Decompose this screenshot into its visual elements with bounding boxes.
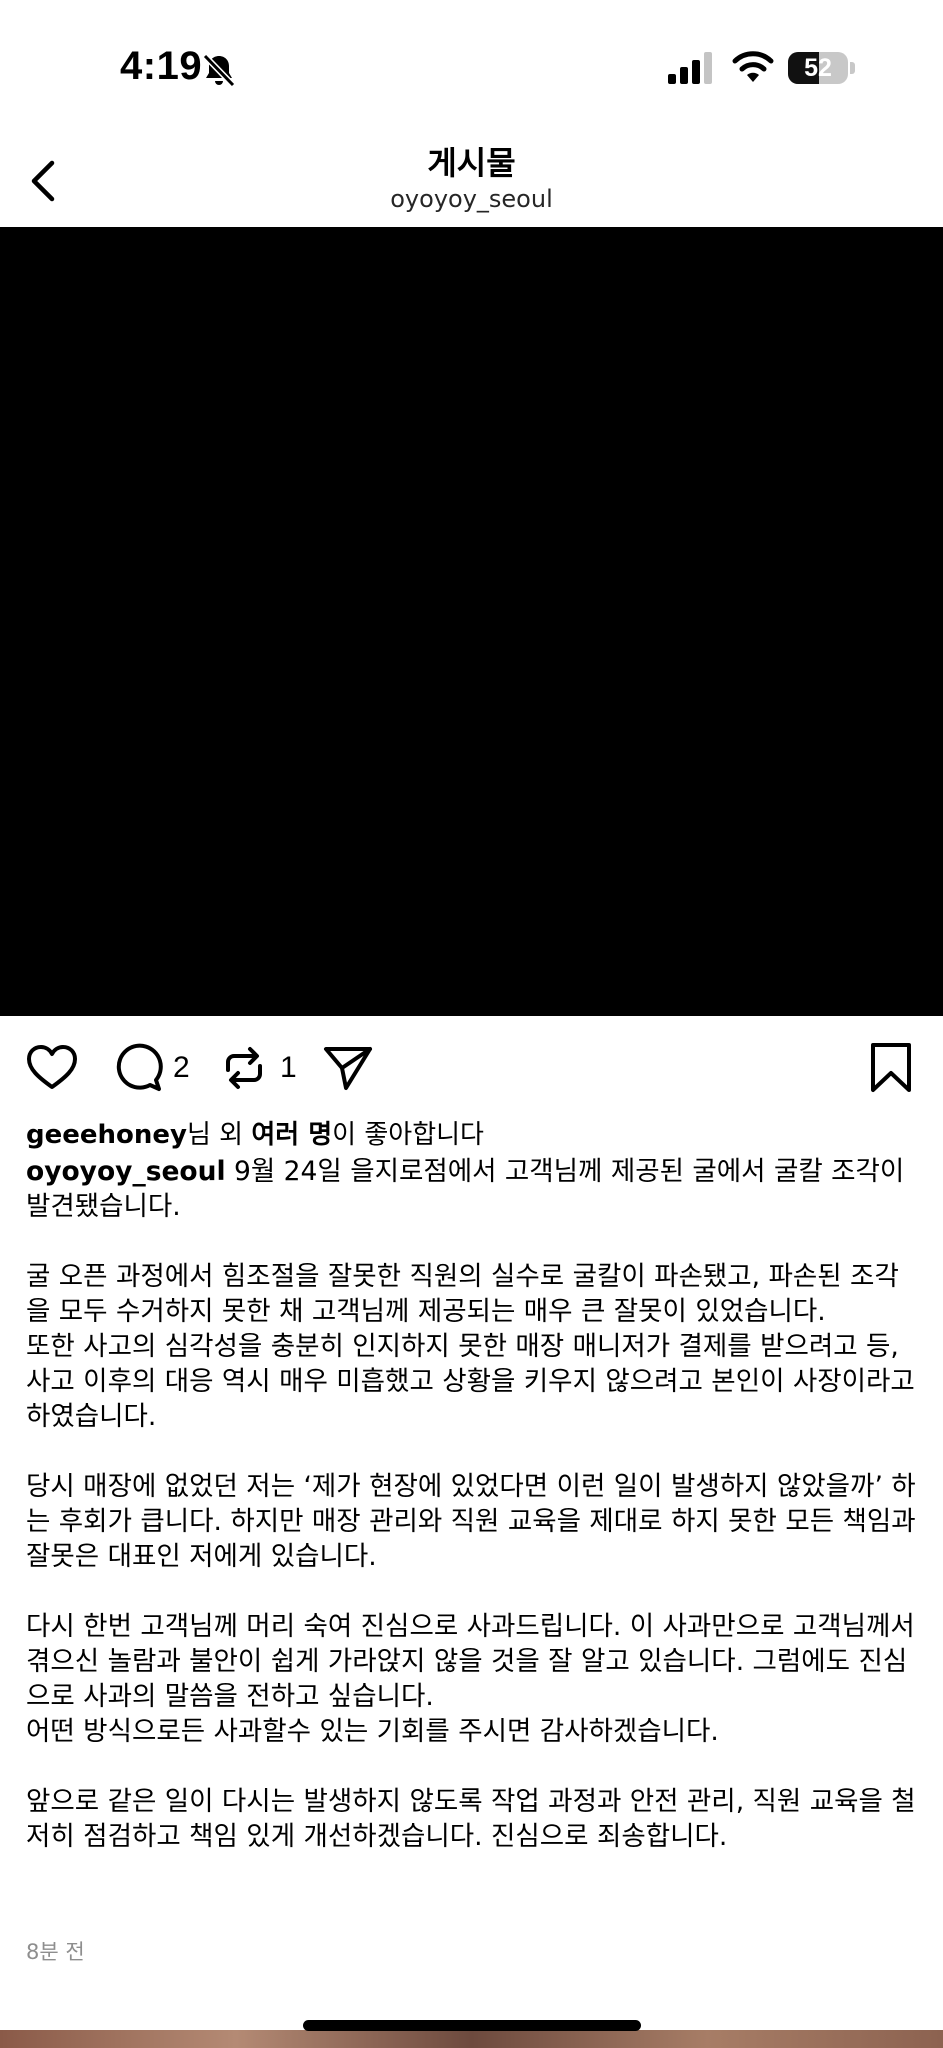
bookmark-icon[interactable] [863,1040,919,1096]
likes-suffix-text: 이 좋아합니다 [332,1120,484,1150]
caption-paragraph-5: 앞으로 같은 일이 다시는 발생하지 않도록 작업 과정과 안전 관리, 직원 … [26,1786,916,1852]
home-indicator[interactable] [303,2020,641,2031]
wifi-icon [732,51,774,82]
status-bar: 4:19 52 [0,0,943,135]
page-subtitle-username[interactable]: oyoyoy_seoul [0,184,943,214]
post-action-bar: 2 1 [0,1040,943,1104]
likes-summary[interactable]: geeehoney님 외 여러 명이 좋아합니다 [26,1117,916,1153]
caption-paragraph-3: 당시 매장에 없었던 저는 ‘제가 현장에 있었다면 이런 일이 발생하지 않았… [26,1471,916,1572]
nav-header: 게시물 oyoyoy_seoul [0,135,943,227]
caption-username[interactable]: oyoyoy_seoul [26,1156,226,1187]
post-caption: oyoyoy_seoul 9월 24일 을지로점에서 고객님께 제공된 굴에서 … [26,1154,918,1889]
caption-p2-line2: 또한 사고의 심각성을 충분히 인지하지 못한 매장 매니저가 결제를 받으려고… [26,1331,915,1432]
post-image[interactable] [0,227,943,1016]
caption-p4-line1: 다시 한번 고객님께 머리 숙여 진심으로 사과드립니다. 이 사과만으로 고객… [26,1611,915,1712]
bell-slash-icon [202,53,236,88]
likes-middle-text: 님 외 [186,1120,252,1150]
comment-count: 2 [173,1051,190,1084]
repost-icon[interactable] [216,1040,272,1096]
battery-body: 52 [788,52,848,84]
caption-paragraph-4: 다시 한번 고객님께 머리 숙여 진심으로 사과드립니다. 이 사과만으로 고객… [26,1609,918,1749]
battery-cap [850,62,855,74]
status-time: 4:19 [120,44,203,88]
caption-p4-line2: 어떤 방식으로든 사과할수 있는 기회를 주시면 감사하겠습니다. [26,1716,719,1747]
comment-icon[interactable] [110,1040,166,1096]
caption-paragraph-1: oyoyoy_seoul 9월 24일 을지로점에서 고객님께 제공된 굴에서 … [26,1154,918,1224]
battery-level: 52 [804,54,832,82]
caption-paragraph-2: 굴 오픈 과정에서 힘조절을 잘못한 직원의 실수로 굴칼이 파손됐고, 파손된… [26,1259,918,1434]
likes-others[interactable]: 여러 명 [251,1120,332,1150]
post-timestamp: 8분 전 [26,1940,85,1964]
heart-icon[interactable] [24,1040,80,1096]
battery-icon: 52 [788,52,858,86]
page-title: 게시물 [427,144,516,182]
next-post-image-peek [0,2030,943,2048]
repost-count: 1 [280,1051,297,1084]
liker-username[interactable]: geeehoney [26,1120,187,1150]
caption-p2-line1: 굴 오픈 과정에서 힘조절을 잘못한 직원의 실수로 굴칼이 파손됐고, 파손된… [26,1261,899,1327]
cellular-signal-icon [668,52,712,84]
send-icon[interactable] [320,1040,376,1096]
